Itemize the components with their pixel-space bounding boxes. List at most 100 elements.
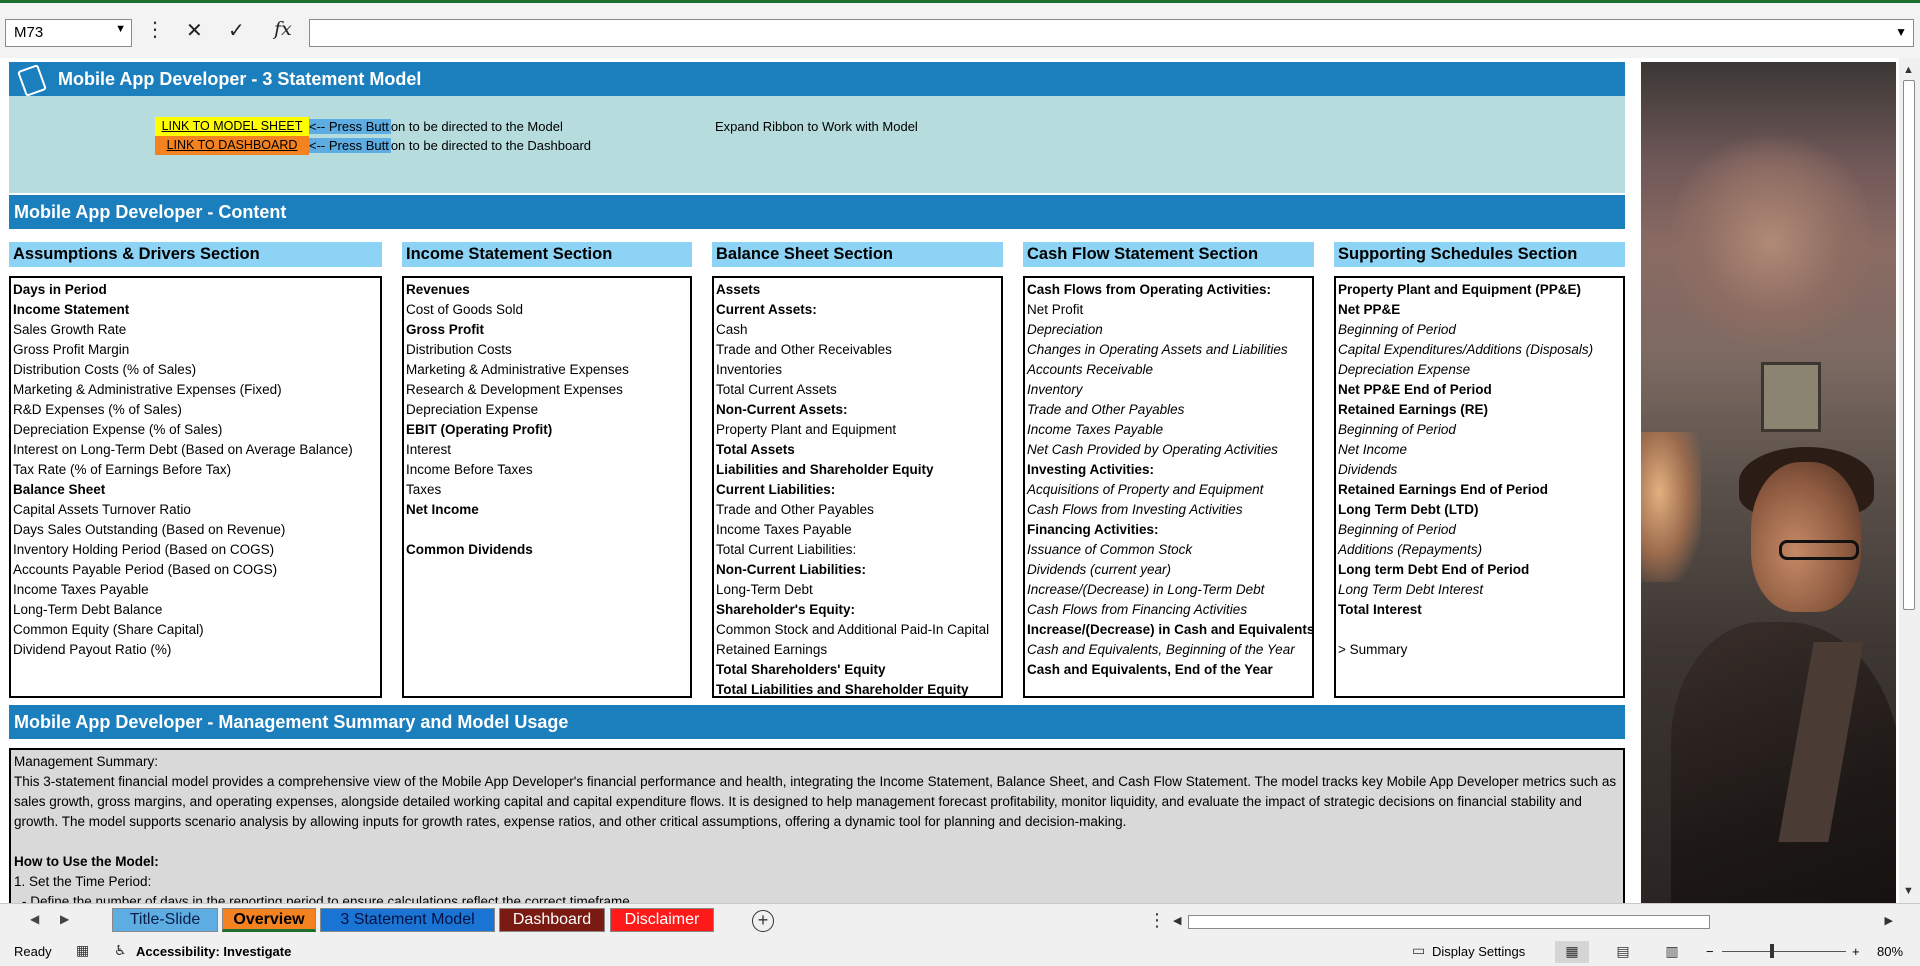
- page-layout-view-icon[interactable]: ▤: [1606, 941, 1640, 963]
- list-item: Cost of Goods Sold: [406, 302, 524, 317]
- list-item: Liabilities and Shareholder Equity: [716, 462, 934, 477]
- scroll-up-icon[interactable]: ▲: [1903, 64, 1914, 76]
- vertical-scroll-thumb[interactable]: [1903, 80, 1915, 610]
- list-item: Long Term Debt (LTD): [1338, 502, 1479, 517]
- list-item: Long term Debt End of Period: [1338, 562, 1530, 577]
- link-panel: LINK TO MODEL SHEET <-- Press Butt on to …: [9, 96, 1625, 193]
- page-break-preview-icon[interactable]: ▥: [1655, 941, 1689, 963]
- enter-icon[interactable]: ✓: [228, 18, 245, 43]
- macro-record-icon[interactable]: ▦: [76, 942, 89, 959]
- zoom-in-icon[interactable]: +: [1852, 944, 1860, 959]
- tab-title-slide[interactable]: Title-Slide: [112, 908, 218, 932]
- scroll-down-icon[interactable]: ▼: [1903, 885, 1914, 897]
- list-item: Long-Term Debt Balance: [13, 602, 163, 617]
- section-list-cash-flow: Cash Flows from Operating Activities: Net…: [1023, 276, 1314, 698]
- list-item: Taxes: [406, 482, 442, 497]
- list-item: Capital Expenditures/Additions (Disposal…: [1338, 342, 1594, 357]
- list-item: Retained Earnings: [716, 642, 828, 657]
- list-item: Cash and Equivalents, Beginning of the Y…: [1027, 642, 1295, 657]
- list-item: Cash and Equivalents, End of the Year: [1027, 662, 1273, 677]
- cancel-icon[interactable]: ✕: [186, 18, 203, 43]
- tab-disclaimer[interactable]: Disclaimer: [610, 908, 714, 932]
- model-hint-arrow: <-- Press Butt: [309, 119, 391, 134]
- zoom-out-icon[interactable]: −: [1706, 944, 1714, 959]
- scroll-left-icon[interactable]: ◀: [1173, 914, 1181, 927]
- list-item: Income Taxes Payable: [1027, 422, 1164, 437]
- list-item: Depreciation Expense: [406, 402, 539, 417]
- chevron-down-icon[interactable]: ▼: [115, 23, 126, 35]
- list-item: Distribution Costs (% of Sales): [13, 362, 197, 377]
- list-item: Income Before Taxes: [406, 462, 533, 477]
- sheet-tabs-bar: ◀ ▶ Title-Slide Overview 3 Statement Mod…: [0, 903, 1920, 936]
- section-list-supporting-schedules: Property Plant and Equipment (PP&E) Net P…: [1334, 276, 1625, 698]
- list-item: Interest on Long-Term Debt (Based on Ave…: [13, 442, 353, 457]
- list-item: EBIT (Operating Profit): [406, 422, 553, 437]
- add-sheet-icon[interactable]: +: [752, 910, 774, 932]
- tab-dashboard[interactable]: Dashboard: [499, 908, 605, 932]
- list-item: Days Sales Outstanding (Based on Revenue…: [13, 522, 286, 537]
- worksheet-grid[interactable]: Mobile App Developer - 3 Statement Model…: [0, 58, 1920, 903]
- tab-3-statement-model[interactable]: 3 Statement Model: [320, 908, 495, 932]
- summary-text: This 3-statement financial model provide…: [14, 774, 1617, 829]
- list-item: Sales Growth Rate: [13, 322, 127, 337]
- section-header-supporting-schedules: Supporting Schedules Section: [1334, 242, 1625, 267]
- list-item: Income Taxes Payable: [13, 582, 149, 597]
- list-item: Additions (Repayments): [1338, 542, 1483, 557]
- insert-function-icon[interactable]: fx: [274, 18, 292, 40]
- more-tabs-icon[interactable]: ⋮: [1148, 910, 1166, 931]
- zoom-slider-knob[interactable]: [1770, 944, 1774, 958]
- status-ready: Ready: [14, 944, 52, 959]
- list-item: Total Liabilities and Shareholder Equity: [716, 682, 969, 697]
- expand-ribbon-note: Expand Ribbon to Work with Model: [715, 119, 918, 134]
- list-item: Total Current Assets: [716, 382, 837, 397]
- accessibility-icon[interactable]: ♿: [114, 942, 127, 959]
- dashboard-link-hint: <-- Press Butt on to be directed to the D…: [309, 136, 591, 155]
- list-item: Trade and Other Receivables: [716, 342, 892, 357]
- link-to-model-sheet-button[interactable]: LINK TO MODEL SHEET: [155, 117, 309, 136]
- list-item: Income Taxes Payable: [716, 522, 852, 537]
- page-title: Mobile App Developer - 3 Statement Model: [58, 69, 422, 89]
- section-list-income-statement: Revenues Cost of Goods Sold Gross Profit Di…: [402, 276, 692, 698]
- list-item: Dividends: [1338, 462, 1398, 477]
- list-item: Retained Earnings End of Period: [1338, 482, 1549, 497]
- list-item: Research & Development Expenses: [406, 382, 623, 397]
- zoom-slider[interactable]: [1722, 951, 1846, 952]
- excel-window: M73 ▼ ⋮ ✕ ✓ fx ▼ Mobile App Developer - …: [0, 0, 1920, 966]
- tab-overview[interactable]: Overview: [222, 908, 316, 932]
- list-item: Net PP&E End of Period: [1338, 382, 1492, 397]
- horizontal-scrollbar[interactable]: ◀ ▶: [1170, 913, 1896, 931]
- normal-view-icon[interactable]: ▦: [1555, 941, 1589, 963]
- display-settings-icon[interactable]: ▭: [1412, 942, 1425, 959]
- section-list-assumptions: Days in Period Income Statement Sales Grow…: [9, 276, 382, 698]
- list-item: Total Current Liabilities:: [716, 542, 857, 557]
- accessibility-status[interactable]: Accessibility: Investigate: [136, 944, 291, 959]
- zoom-level[interactable]: 80%: [1877, 944, 1903, 959]
- step-1-detail: - Define the number of days in the repor…: [22, 894, 634, 903]
- list-item: Non-Current Assets:: [716, 402, 848, 417]
- scroll-right-icon[interactable]: ▶: [1885, 914, 1893, 927]
- tab-scroll-right-icon[interactable]: ▶: [60, 912, 69, 926]
- vertical-scrollbar[interactable]: ▲ ▼: [1899, 58, 1920, 903]
- list-item: Dividend Payout Ratio (%): [13, 642, 172, 657]
- list-item: Revenues: [406, 282, 470, 297]
- link-to-dashboard-button[interactable]: LINK TO DASHBOARD: [155, 136, 309, 155]
- tab-scroll-left-icon[interactable]: ◀: [30, 912, 39, 926]
- formula-input[interactable]: ▼: [309, 19, 1914, 47]
- list-item: Net Profit: [1027, 302, 1084, 317]
- status-bar: Ready ▦ ♿ Accessibility: Investigate ▭ D…: [0, 936, 1920, 966]
- list-item: Acquisitions of Property and Equipment: [1027, 482, 1264, 497]
- list-item: Net Income: [1338, 442, 1408, 457]
- list-item: Beginning of Period: [1338, 522, 1456, 537]
- horizontal-scroll-thumb[interactable]: [1188, 915, 1710, 929]
- content-title: Mobile App Developer - Content: [9, 195, 1625, 229]
- list-item: Marketing & Administrative Expenses: [406, 362, 629, 377]
- display-settings-button[interactable]: Display Settings: [1432, 944, 1525, 959]
- section-header-assumptions: Assumptions & Drivers Section: [9, 242, 382, 267]
- expand-formula-chevron-icon[interactable]: ▼: [1895, 25, 1907, 39]
- list-item: Property Plant and Equipment (PP&E): [1338, 282, 1582, 297]
- list-item: Cash Flows from Investing Activities: [1027, 502, 1243, 517]
- name-box[interactable]: M73 ▼: [5, 19, 132, 47]
- list-item: Investing Activities:: [1027, 462, 1155, 477]
- model-hint-text: on to be directed to the Model: [390, 119, 563, 134]
- more-options-icon[interactable]: ⋮: [145, 17, 165, 42]
